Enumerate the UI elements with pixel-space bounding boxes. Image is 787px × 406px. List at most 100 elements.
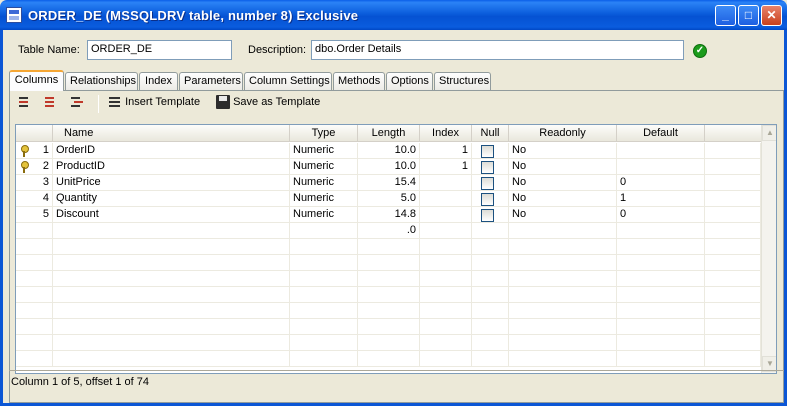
filler-cell xyxy=(705,175,761,191)
empty-cell xyxy=(509,239,617,255)
default-cell[interactable] xyxy=(617,143,705,159)
readonly-cell[interactable]: No xyxy=(509,191,617,207)
tab-column-settings[interactable]: Column Settings xyxy=(244,72,332,90)
readonly-cell[interactable]: No xyxy=(509,159,617,175)
table-row[interactable]: .0 xyxy=(16,223,761,239)
readonly-cell[interactable]: No xyxy=(509,175,617,191)
type-cell[interactable]: Numeric xyxy=(290,175,358,191)
columns-grid[interactable]: Name Type Length Index Null Readonly Def… xyxy=(15,124,777,374)
table-row[interactable] xyxy=(16,271,761,287)
delete-column-button[interactable] xyxy=(44,95,58,113)
null-checkbox[interactable] xyxy=(481,177,494,190)
length-cell[interactable]: 10.0 xyxy=(358,159,420,175)
empty-cell xyxy=(705,255,761,271)
description-input[interactable]: dbo.Order Details xyxy=(311,40,684,60)
table-row[interactable] xyxy=(16,335,761,351)
table-row[interactable]: 4 Quantity Numeric 5.0 No 1 xyxy=(16,191,761,207)
title-bar[interactable]: ORDER_DE (MSSQLDRV table, number 8) Excl… xyxy=(0,0,787,30)
name-cell[interactable]: Quantity xyxy=(53,191,290,207)
tab-columns[interactable]: Columns xyxy=(9,70,64,91)
filler-cell xyxy=(705,207,761,223)
name-cell[interactable]: Discount xyxy=(53,207,290,223)
index-cell[interactable]: 1 xyxy=(420,159,472,175)
type-cell[interactable]: Numeric xyxy=(290,159,358,175)
table-row[interactable]: 1 OrderID Numeric 10.0 1 No xyxy=(16,143,761,159)
index-cell[interactable]: 1 xyxy=(420,143,472,159)
type-cell[interactable]: Numeric xyxy=(290,191,358,207)
empty-cell xyxy=(509,287,617,303)
null-cell xyxy=(472,175,509,191)
empty-cell xyxy=(290,303,358,319)
maximize-button[interactable]: □ xyxy=(738,5,759,26)
header-default[interactable]: Default xyxy=(617,125,705,142)
empty-cell xyxy=(472,223,509,239)
readonly-cell[interactable]: No xyxy=(509,143,617,159)
empty-cell xyxy=(358,335,420,351)
null-checkbox[interactable] xyxy=(481,145,494,158)
empty-cell xyxy=(509,223,617,239)
default-cell[interactable]: 0 xyxy=(617,175,705,191)
empty-cell xyxy=(16,335,53,351)
table-row[interactable] xyxy=(16,351,761,367)
name-cell[interactable]: UnitPrice xyxy=(53,175,290,191)
default-cell[interactable]: 0 xyxy=(617,207,705,223)
table-row[interactable] xyxy=(16,287,761,303)
table-row[interactable] xyxy=(16,239,761,255)
new-row-length-cell[interactable]: .0 xyxy=(358,223,420,239)
length-cell[interactable]: 5.0 xyxy=(358,191,420,207)
empty-cell xyxy=(617,223,705,239)
minimize-button[interactable]: _ xyxy=(715,5,736,26)
insert-column-button[interactable] xyxy=(18,95,32,113)
tab-relationships[interactable]: Relationships xyxy=(65,72,138,90)
header-type[interactable]: Type xyxy=(290,125,358,142)
tab-index[interactable]: Index xyxy=(139,72,178,90)
header-name[interactable]: Name xyxy=(53,125,290,142)
index-cell[interactable] xyxy=(420,207,472,223)
tab-structures[interactable]: Structures xyxy=(434,72,491,90)
check-ok-icon: ✓ xyxy=(693,44,707,58)
row-number: 2 xyxy=(42,160,49,172)
empty-cell xyxy=(290,335,358,351)
header-null[interactable]: Null xyxy=(472,125,509,142)
tab-methods[interactable]: Methods xyxy=(333,72,385,90)
header-length[interactable]: Length xyxy=(358,125,420,142)
save-disk-icon xyxy=(216,95,230,109)
table-row[interactable] xyxy=(16,255,761,271)
move-column-button[interactable] xyxy=(70,95,84,113)
index-cell[interactable] xyxy=(420,191,472,207)
null-checkbox[interactable] xyxy=(481,193,494,206)
vertical-scrollbar[interactable]: ▲ ▼ xyxy=(761,125,776,373)
length-cell[interactable]: 15.4 xyxy=(358,175,420,191)
table-row[interactable] xyxy=(16,319,761,335)
name-cell[interactable]: ProductID xyxy=(53,159,290,175)
delete-column-icon xyxy=(44,95,58,109)
empty-cell xyxy=(420,335,472,351)
type-cell[interactable]: Numeric xyxy=(290,143,358,159)
table-row[interactable]: 5 Discount Numeric 14.8 No 0 xyxy=(16,207,761,223)
row-number: 4 xyxy=(42,192,49,204)
table-row[interactable]: 3 UnitPrice Numeric 15.4 No 0 xyxy=(16,175,761,191)
length-cell[interactable]: 14.8 xyxy=(358,207,420,223)
header-index[interactable]: Index xyxy=(420,125,472,142)
default-cell[interactable] xyxy=(617,159,705,175)
table-row[interactable]: 2 ProductID Numeric 10.0 1 No xyxy=(16,159,761,175)
tab-options[interactable]: Options xyxy=(386,72,433,90)
null-checkbox[interactable] xyxy=(481,209,494,222)
scroll-up-button[interactable]: ▲ xyxy=(762,125,776,141)
insert-template-icon xyxy=(108,95,122,109)
save-as-template-button[interactable]: Save as Template xyxy=(216,95,320,113)
type-cell[interactable]: Numeric xyxy=(290,207,358,223)
index-cell[interactable] xyxy=(420,175,472,191)
header-readonly[interactable]: Readonly xyxy=(509,125,617,142)
empty-cell xyxy=(472,303,509,319)
table-name-input[interactable]: ORDER_DE xyxy=(87,40,232,60)
name-cell[interactable]: OrderID xyxy=(53,143,290,159)
insert-template-button[interactable]: Insert Template xyxy=(108,95,200,113)
tab-parameters[interactable]: Parameters xyxy=(179,72,243,90)
table-row[interactable] xyxy=(16,303,761,319)
close-button[interactable]: ✕ xyxy=(761,5,782,26)
length-cell[interactable]: 10.0 xyxy=(358,143,420,159)
null-checkbox[interactable] xyxy=(481,161,494,174)
default-cell[interactable]: 1 xyxy=(617,191,705,207)
readonly-cell[interactable]: No xyxy=(509,207,617,223)
